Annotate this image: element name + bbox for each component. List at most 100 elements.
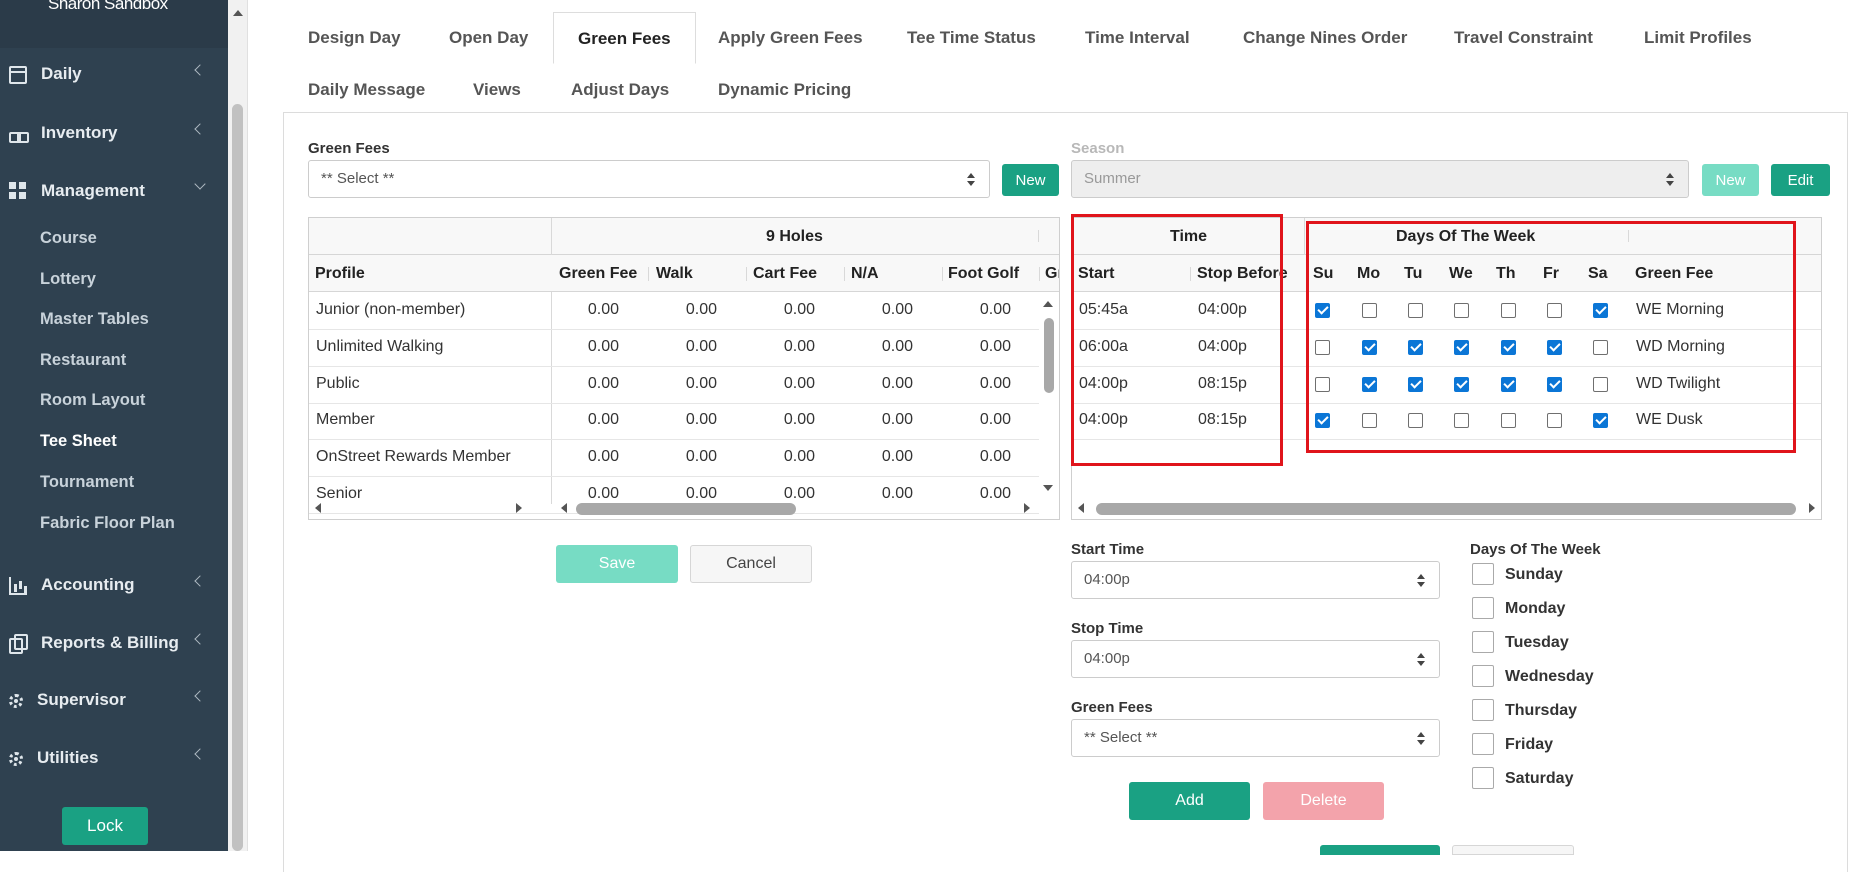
season-edit-button[interactable]: Edit	[1771, 164, 1830, 196]
green-fees-select[interactable]: ** Select **	[308, 160, 990, 198]
sidebar-sub-restaurant[interactable]: Restaurant	[40, 351, 126, 370]
fee-value-cell: 0.00	[587, 448, 619, 465]
fee-value-cell: 0.00	[783, 485, 815, 502]
fee-value-cell: 0.00	[979, 301, 1011, 318]
sidebar-sub-tournament[interactable]: Tournament	[40, 473, 134, 492]
fee-value-cell: 0.00	[881, 448, 913, 465]
cancel-button[interactable]: Cancel	[690, 545, 812, 583]
scroll-up-arrow-icon[interactable]	[1043, 301, 1053, 307]
bar-chart-icon	[9, 577, 27, 595]
sort-arrows-icon	[1417, 732, 1425, 745]
org-name: Sharon Sandbox	[48, 0, 168, 13]
cart-fee-header[interactable]: Cart Fee	[753, 255, 817, 292]
tab-dynamic-pricing[interactable]: Dynamic Pricing	[718, 80, 851, 100]
green-fees-new-button[interactable]: New	[1002, 164, 1059, 196]
sidebar-item-label: Reports & Billing	[41, 633, 179, 652]
tab-tee-time-status[interactable]: Tee Time Status	[907, 28, 1036, 48]
checkbox-monday[interactable]	[1472, 597, 1494, 619]
stop-time-select[interactable]: 04:00p	[1071, 640, 1440, 678]
sort-arrows-icon	[967, 173, 975, 186]
profile-cell: Unlimited Walking	[316, 338, 444, 355]
scroll-right-arrow-icon[interactable]	[1809, 503, 1815, 513]
tab-design-day[interactable]: Design Day	[308, 28, 401, 48]
editor-green-fees-label: Green Fees	[1071, 699, 1153, 716]
sidebar-sub-fabric-floor-plan[interactable]: Fabric Floor Plan	[40, 514, 175, 533]
scroll-down-arrow-icon[interactable]	[1043, 485, 1053, 491]
sidebar-item-accounting[interactable]: Accounting	[0, 557, 228, 613]
sidebar-sub-tee-sheet[interactable]: Tee Sheet	[40, 432, 117, 451]
sidebar-item-inventory[interactable]: Inventory	[0, 105, 228, 161]
sidebar-item-label: Inventory	[41, 123, 118, 142]
green-fee-header[interactable]: Green Fee	[559, 255, 637, 292]
scroll-left-arrow-icon[interactable]	[315, 503, 321, 513]
tab-apply-green-fees[interactable]: Apply Green Fees	[718, 28, 863, 48]
tab-adjust-days[interactable]: Adjust Days	[571, 80, 669, 100]
sidebar-sub-lottery[interactable]: Lottery	[40, 270, 96, 289]
sidebar-sub-room-layout[interactable]: Room Layout	[40, 391, 145, 410]
fees-grid-vscroll-thumb[interactable]	[1044, 318, 1054, 393]
profile-cell: Public	[316, 375, 360, 392]
fees-grid-hscroll-thumb[interactable]	[576, 503, 796, 515]
chevron-left-icon	[194, 64, 206, 76]
save-button[interactable]: Save	[556, 545, 678, 583]
tab-change-nines-order[interactable]: Change Nines Order	[1243, 28, 1407, 48]
foot-golf-header[interactable]: Foot Golf	[948, 255, 1019, 292]
day-label-tuesday: Tuesday	[1505, 634, 1569, 651]
scroll-left-arrow-icon[interactable]	[1078, 503, 1084, 513]
checkbox-friday[interactable]	[1472, 733, 1494, 755]
chevron-down-icon	[194, 178, 206, 190]
fee-value-cell: 0.00	[587, 338, 619, 355]
scroll-right-arrow-icon[interactable]	[516, 503, 522, 513]
bottom-primary-button[interactable]	[1320, 845, 1440, 855]
season-new-button[interactable]: New	[1702, 164, 1759, 196]
sidebar-sub-course[interactable]: Course	[40, 229, 97, 248]
checkbox-tuesday[interactable]	[1472, 631, 1494, 653]
gr-header[interactable]: Gr	[1045, 255, 1059, 292]
chevron-left-icon	[194, 123, 206, 135]
checkbox-sunday[interactable]	[1472, 563, 1494, 585]
green-fees-select-value: ** Select **	[321, 170, 395, 187]
time-grid-hscroll-thumb[interactable]	[1096, 503, 1796, 515]
checkbox-saturday[interactable]	[1472, 767, 1494, 789]
chevron-left-icon	[194, 690, 206, 702]
checkbox-thursday[interactable]	[1472, 699, 1494, 721]
profile-header[interactable]: Profile	[315, 255, 365, 292]
scroll-right-arrow-icon[interactable]	[1024, 503, 1030, 513]
bottom-secondary-button[interactable]	[1452, 845, 1574, 855]
walk-header[interactable]: Walk	[656, 255, 693, 292]
sidebar-sub-master-tables[interactable]: Master Tables	[40, 310, 149, 329]
tab-limit-profiles[interactable]: Limit Profiles	[1644, 28, 1752, 48]
sidebar-item-management[interactable]: Management	[0, 163, 228, 219]
tab-daily-message[interactable]: Daily Message	[308, 80, 425, 100]
editor-green-fees-select[interactable]: ** Select **	[1071, 719, 1440, 757]
tab-open-day[interactable]: Open Day	[449, 28, 528, 48]
checkbox-wednesday[interactable]	[1472, 665, 1494, 687]
tab-time-interval[interactable]: Time Interval	[1085, 28, 1190, 48]
delete-button[interactable]: Delete	[1263, 782, 1384, 820]
sidebar-item-utilities[interactable]: Utilities	[0, 730, 228, 786]
scroll-up-arrow-icon[interactable]	[233, 10, 243, 16]
add-button[interactable]: Add	[1129, 782, 1250, 820]
sidebar-item-label: Management	[41, 181, 145, 200]
fee-value-cell: 0.00	[685, 301, 717, 318]
season-select-value: Summer	[1084, 170, 1141, 187]
row-divider	[309, 403, 1039, 404]
tab-travel-constraint[interactable]: Travel Constraint	[1454, 28, 1593, 48]
green-fees-label: Green Fees	[308, 140, 390, 157]
sidebar-item-reports-billing[interactable]: Reports & Billing	[0, 615, 228, 671]
scroll-left-arrow-icon[interactable]	[561, 503, 567, 513]
sidebar-item-supervisor[interactable]: Supervisor	[0, 672, 228, 728]
fee-value-cell: 0.00	[881, 375, 913, 392]
na-header[interactable]: N/A	[851, 255, 879, 292]
row-divider	[309, 476, 1039, 477]
start-time-select[interactable]: 04:00p	[1071, 561, 1440, 599]
gear-icon	[9, 694, 23, 708]
lock-button[interactable]: Lock	[62, 807, 148, 845]
sidebar-item-daily[interactable]: Daily	[0, 46, 228, 102]
tab-green-fees[interactable]: Green Fees	[553, 12, 696, 64]
sort-arrows-icon	[1666, 173, 1674, 186]
time-highlight-box	[1071, 214, 1283, 466]
season-select[interactable]: Summer	[1071, 160, 1689, 198]
page-scrollbar-thumb[interactable]	[232, 104, 243, 851]
tab-views[interactable]: Views	[473, 80, 521, 100]
